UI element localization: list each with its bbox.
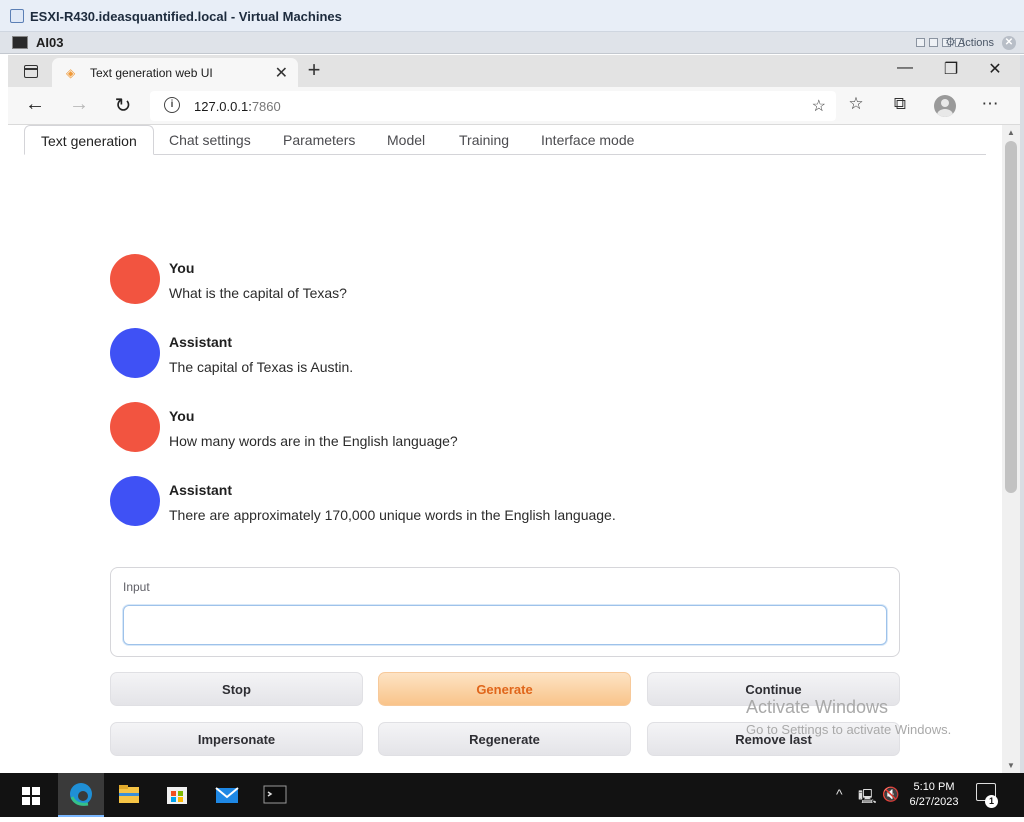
tab-model[interactable]: Model: [387, 125, 425, 155]
forward-button[interactable]: →: [66, 93, 92, 116]
edge-taskbar-button[interactable]: [58, 773, 104, 817]
site-info-icon[interactable]: i: [164, 97, 180, 113]
mail-icon: [215, 787, 239, 803]
generate-button[interactable]: Generate: [378, 672, 631, 706]
chat-message: Assistant The capital of Texas is Austin…: [110, 327, 810, 379]
gear-icon: ⚙: [945, 35, 956, 49]
page-scrollbar[interactable]: ▲ ▼: [1002, 125, 1020, 773]
collections-icon[interactable]: ⧉: [888, 94, 912, 114]
url-host: 127.0.0.1:: [194, 99, 252, 114]
file-explorer-taskbar-button[interactable]: [106, 773, 152, 817]
scroll-up-icon[interactable]: ▲: [1007, 128, 1015, 137]
vm-window-title: ESXI-R430.ideasquantified.local - Virtua…: [30, 9, 342, 24]
avatar: [110, 254, 160, 304]
tab-training[interactable]: Training: [459, 125, 509, 155]
chat-message: You What is the capital of Texas?: [110, 253, 810, 305]
chat-message: You How many words are in the English la…: [110, 401, 810, 453]
url-port: 7860: [251, 99, 281, 114]
url-text[interactable]: 127.0.0.1:7860: [194, 99, 281, 114]
page-viewport: Text generation Chat settings Parameters…: [8, 125, 1002, 773]
address-bar[interactable]: i 127.0.0.1:7860 ☆: [150, 91, 836, 121]
avatar: [110, 328, 160, 378]
close-console-icon[interactable]: ✕: [1002, 36, 1016, 50]
notification-badge: 1: [985, 795, 998, 808]
browser-toolbar: ← → ↻ i 127.0.0.1:7860 ☆ ☆ ⧉ ⋯: [8, 87, 1020, 125]
vm-window-icon: [10, 9, 24, 23]
new-tab-button[interactable]: +: [300, 58, 328, 84]
terminal-taskbar-button[interactable]: [252, 773, 298, 817]
clock-time: 5:10 PM: [913, 781, 955, 793]
actions-menu[interactable]: ⚙ Actions: [945, 35, 994, 49]
minimize-button[interactable]: —: [890, 59, 920, 77]
mail-taskbar-button[interactable]: [204, 773, 250, 817]
scrollbar-thumb[interactable]: [1005, 141, 1017, 493]
browser-tab[interactable]: ◈ Text generation web UI ✕: [52, 58, 298, 87]
system-clock[interactable]: 5:10 PM 6/27/2023: [902, 780, 966, 810]
main-tabs: Text generation Chat settings Parameters…: [24, 125, 986, 155]
regenerate-button[interactable]: Regenerate: [378, 722, 631, 756]
chat-input[interactable]: [123, 605, 887, 645]
tab-text-generation[interactable]: Text generation: [24, 125, 154, 155]
watermark-title: Activate Windows: [746, 697, 889, 717]
input-label: Input: [123, 580, 150, 594]
vm-tool-icon[interactable]: [916, 38, 925, 47]
watermark-subtitle: Go to Settings to activate Windows.: [746, 722, 952, 737]
message-text: What is the capital of Texas?: [169, 285, 347, 301]
message-sender: You: [169, 408, 195, 424]
store-icon: [167, 787, 187, 804]
more-menu-icon[interactable]: ⋯: [978, 94, 1002, 114]
volume-muted-icon[interactable]: 🔇: [882, 786, 899, 803]
message-text: How many words are in the English langua…: [169, 433, 458, 449]
tab-favicon-icon: ◈: [66, 66, 76, 80]
clock-date: 6/27/2023: [909, 796, 959, 808]
network-icon[interactable]: 🖳: [858, 786, 877, 810]
close-window-button[interactable]: ✕: [980, 59, 1010, 79]
tab-interface-mode[interactable]: Interface mode: [541, 125, 634, 155]
refresh-button[interactable]: ↻: [110, 93, 136, 118]
browser-tab-strip: ◈ Text generation web UI ✕ + — ❐ ✕: [8, 55, 1020, 87]
activate-windows-watermark: Activate Windows Go to Settings to activ…: [746, 697, 951, 737]
favorites-icon[interactable]: ☆: [844, 94, 868, 114]
windows-taskbar: ^ 🖳 🔇 5:10 PM 6/27/2023 1: [0, 773, 1024, 817]
start-icon[interactable]: [22, 787, 40, 805]
actions-label: Actions: [957, 37, 994, 49]
avatar: [110, 402, 160, 452]
console-frame-edge: [1020, 55, 1024, 773]
vm-name: AI03: [36, 35, 64, 50]
stop-button[interactable]: Stop: [110, 672, 363, 706]
profile-avatar[interactable]: [934, 95, 956, 117]
vm-window-titlebar: ESXI-R430.ideasquantified.local - Virtua…: [0, 0, 1024, 32]
chat-message: Assistant There are approximately 170,00…: [110, 475, 810, 527]
scroll-down-icon[interactable]: ▼: [1007, 761, 1015, 770]
impersonate-button[interactable]: Impersonate: [110, 722, 363, 756]
browser-tab-title: Text generation web UI: [90, 66, 213, 80]
terminal-icon: [263, 785, 287, 804]
add-favorite-icon[interactable]: ☆: [812, 96, 826, 116]
tab-parameters[interactable]: Parameters: [283, 125, 355, 155]
input-panel: Input: [110, 567, 900, 657]
folder-icon: [119, 785, 139, 803]
tab-actions-icon[interactable]: [24, 65, 38, 78]
vm-tool-icon[interactable]: [929, 38, 938, 47]
close-tab-icon[interactable]: ✕: [275, 63, 288, 83]
store-taskbar-button[interactable]: [154, 773, 200, 817]
back-button[interactable]: ←: [22, 93, 48, 116]
restore-button[interactable]: ❐: [936, 59, 966, 79]
message-text: There are approximately 170,000 unique w…: [169, 507, 616, 523]
message-sender: Assistant: [169, 482, 233, 498]
vm-console-bar: AI03 ⚙ Actions ✕: [0, 32, 1024, 54]
message-text: The capital of Texas is Austin.: [169, 359, 354, 375]
console-icon: [12, 36, 28, 49]
avatar: [110, 476, 160, 526]
tab-chat-settings[interactable]: Chat settings: [169, 125, 251, 155]
chevron-up-icon[interactable]: ^: [836, 786, 843, 802]
message-sender: You: [169, 260, 195, 276]
message-sender: Assistant: [169, 334, 233, 350]
edge-icon: [70, 783, 92, 806]
